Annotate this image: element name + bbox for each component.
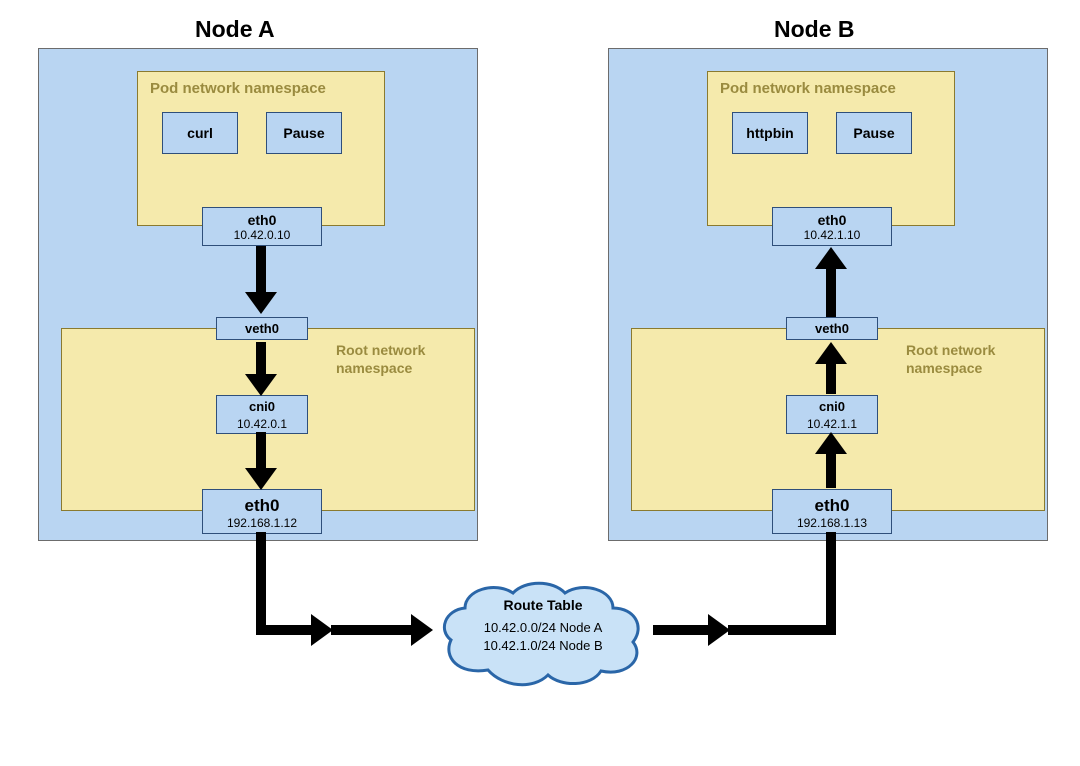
veth0-a-name: veth0	[217, 318, 307, 339]
path-a-down	[256, 532, 266, 630]
root-ns-label-b: Root networknamespace	[906, 341, 1026, 377]
pod-eth0-b-ip: 10.42.1.10	[773, 228, 891, 245]
arrow-b-2-seg	[826, 362, 836, 394]
pod-ns-label-a: Pod network namespace	[150, 80, 326, 97]
arrow-b-1-head	[815, 247, 847, 269]
veth0-b-name: veth0	[787, 318, 877, 339]
root-ns-label-a: Root networknamespace	[336, 341, 456, 377]
arrow-a-3-seg	[256, 432, 266, 470]
app-pause-b: Pause	[836, 112, 912, 154]
title-node-a: Node A	[195, 16, 275, 43]
route-table-cloud: Route Table 10.42.0.0/24 Node A 10.42.1.…	[433, 575, 653, 695]
host-eth0-b-name: eth0	[773, 490, 891, 516]
arrow-a-2-seg	[256, 342, 266, 376]
host-eth0-a-name: eth0	[203, 490, 321, 516]
path-b-h2	[728, 625, 836, 635]
node-a-pod-namespace: Pod network namespace curl Pause	[137, 71, 385, 226]
pod-eth0-a: eth0 10.42.0.10	[202, 207, 322, 246]
route-1: 10.42.0.0/24 Node A	[433, 619, 653, 637]
path-a-h1	[256, 625, 313, 635]
arrow-a-2-head	[245, 374, 277, 396]
path-a-arrow1	[311, 614, 333, 646]
host-eth0-b-ip: 192.168.1.13	[773, 516, 891, 533]
cni0-b-name: cni0	[787, 396, 877, 417]
host-eth0-b: eth0 192.168.1.13	[772, 489, 892, 534]
arrow-a-3-head	[245, 468, 277, 490]
path-a-arrow2	[411, 614, 433, 646]
arrow-b-1-seg	[826, 267, 836, 317]
diagram-canvas: Node A Node B Pod network namespace curl…	[0, 0, 1080, 766]
host-eth0-a-ip: 192.168.1.12	[203, 516, 321, 533]
path-b-up	[826, 532, 836, 635]
pod-ns-label-b: Pod network namespace	[720, 80, 896, 97]
path-b-h1	[653, 625, 710, 635]
app-httpbin: httpbin	[732, 112, 808, 154]
app-curl: curl	[162, 112, 238, 154]
arrow-a-1-head	[245, 292, 277, 314]
title-node-b: Node B	[774, 16, 855, 43]
cni0-a: cni0 10.42.0.1	[216, 395, 308, 434]
cni0-b: cni0 10.42.1.1	[786, 395, 878, 434]
pod-eth0-a-ip: 10.42.0.10	[203, 228, 321, 245]
cni0-a-ip: 10.42.0.1	[217, 417, 307, 433]
veth0-a: veth0	[216, 317, 308, 340]
route-2: 10.42.1.0/24 Node B	[433, 637, 653, 655]
path-b-arrow1	[708, 614, 730, 646]
pod-eth0-b: eth0 10.42.1.10	[772, 207, 892, 246]
arrow-b-3-seg	[826, 452, 836, 488]
app-pause-a: Pause	[266, 112, 342, 154]
arrow-b-3-head	[815, 432, 847, 454]
pod-eth0-b-name: eth0	[773, 208, 891, 228]
arrow-b-2-head	[815, 342, 847, 364]
pod-eth0-a-name: eth0	[203, 208, 321, 228]
node-b-pod-namespace: Pod network namespace httpbin Pause	[707, 71, 955, 226]
cni0-b-ip: 10.42.1.1	[787, 417, 877, 433]
cni0-a-name: cni0	[217, 396, 307, 417]
veth0-b: veth0	[786, 317, 878, 340]
host-eth0-a: eth0 192.168.1.12	[202, 489, 322, 534]
path-a-h2	[331, 625, 413, 635]
route-table-title: Route Table	[433, 597, 653, 613]
arrow-a-1-seg	[256, 246, 266, 294]
